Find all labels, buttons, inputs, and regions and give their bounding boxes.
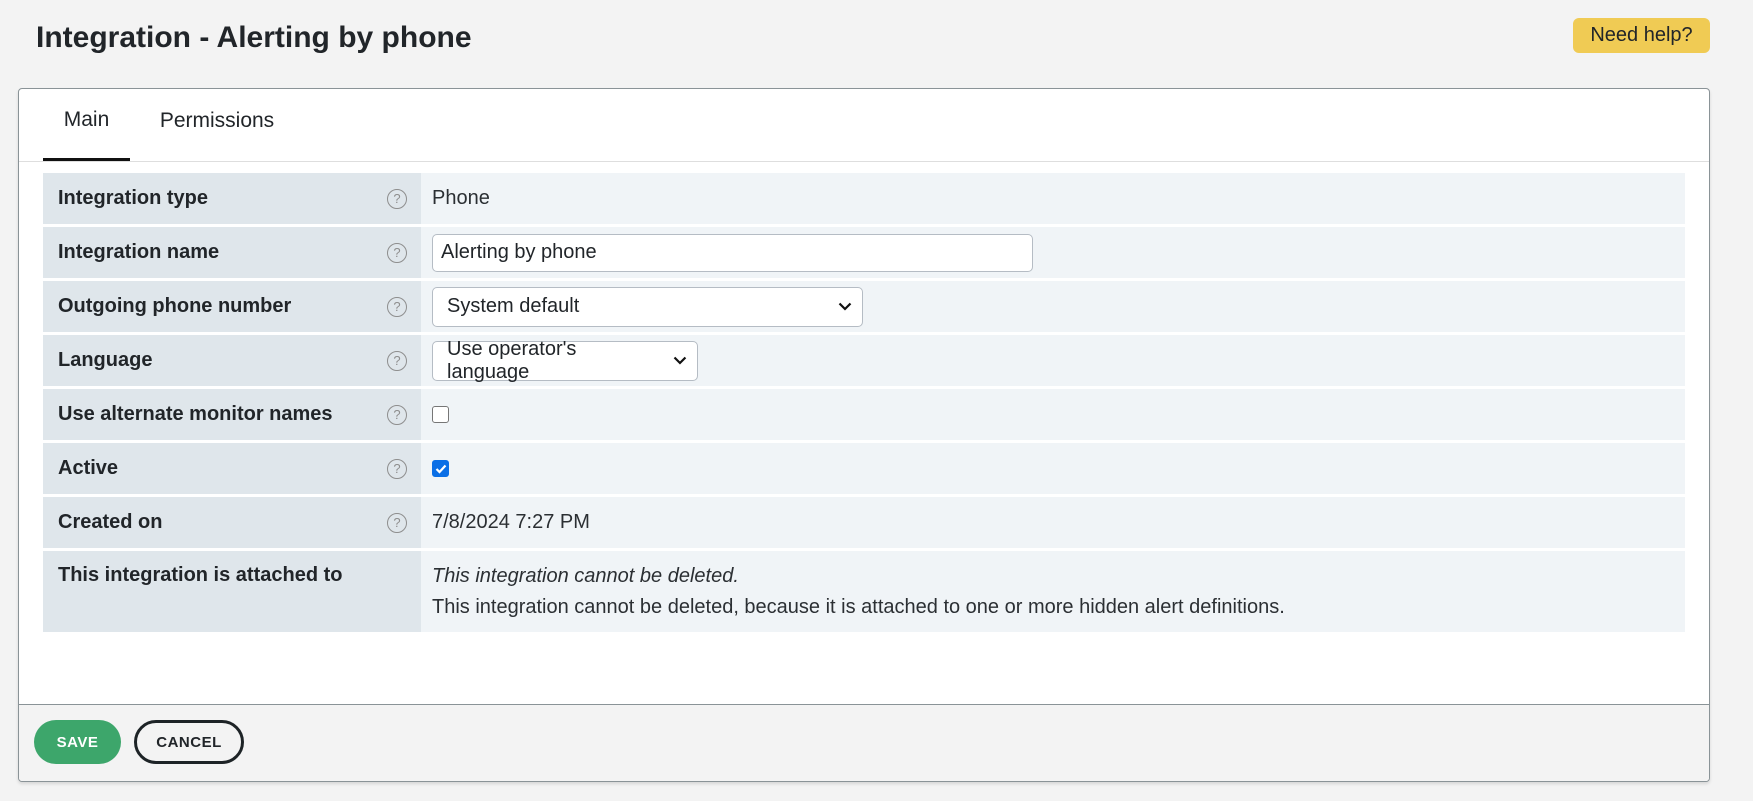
- integration-form: Integration type ? Phone Integration nam…: [43, 173, 1685, 635]
- cannot-delete-note: This integration cannot be deleted.: [432, 564, 739, 587]
- field-label-cell: Outgoing phone number ?: [43, 281, 421, 332]
- field-label-cell: Integration type ?: [43, 173, 421, 224]
- help-circle-icon[interactable]: ?: [387, 350, 407, 371]
- integration-name-input[interactable]: [432, 233, 1033, 272]
- alternate-names-checkbox[interactable]: [432, 406, 449, 423]
- field-label-cell: This integration is attached to: [43, 551, 421, 632]
- field-label-cell: Integration name ?: [43, 227, 421, 278]
- form-footer: SAVE CANCEL: [19, 704, 1709, 781]
- field-label-cell: Use alternate monitor names ?: [43, 389, 421, 440]
- chevron-down-icon: [838, 302, 852, 311]
- form-row-integration-type: Integration type ? Phone: [43, 173, 1685, 224]
- field-value-cell: [421, 443, 1685, 494]
- outgoing-phone-select[interactable]: System default: [432, 286, 863, 327]
- help-circle-icon[interactable]: ?: [387, 404, 407, 425]
- chevron-down-icon: [673, 356, 687, 365]
- form-row-outgoing-phone: Outgoing phone number ? System default: [43, 281, 1685, 332]
- language-select[interactable]: Use operator's language: [432, 337, 698, 383]
- form-row-integration-name: Integration name ?: [43, 227, 1685, 278]
- tab-main[interactable]: Main: [43, 89, 130, 161]
- active-label: Active: [58, 457, 119, 479]
- checkmark-icon: [435, 464, 446, 474]
- field-label-cell: Created on ?: [43, 497, 421, 548]
- language-label: Language: [58, 349, 153, 371]
- field-label-cell: Active ?: [43, 443, 421, 494]
- alternate-names-label: Use alternate monitor names: [58, 403, 333, 425]
- form-row-active: Active ?: [43, 443, 1685, 494]
- field-value-cell: [421, 227, 1685, 278]
- outgoing-phone-label: Outgoing phone number: [58, 295, 292, 317]
- language-selected: Use operator's language: [447, 337, 577, 383]
- field-value-cell: [421, 389, 1685, 440]
- field-value-cell: Phone: [421, 173, 1685, 224]
- attached-to-label: This integration is attached to: [58, 564, 343, 586]
- help-circle-icon[interactable]: ?: [387, 512, 407, 533]
- help-circle-icon[interactable]: ?: [387, 296, 407, 317]
- tab-bar: Main Permissions: [19, 89, 1709, 162]
- form-row-attached-to: This integration is attached to This int…: [43, 551, 1685, 632]
- page-title: Integration - Alerting by phone: [36, 21, 472, 54]
- help-circle-icon[interactable]: ?: [387, 188, 407, 209]
- created-on-value: 7/8/2024 7:27 PM: [432, 511, 590, 533]
- cannot-delete-reason: This integration cannot be deleted, beca…: [432, 595, 1285, 618]
- integration-type-label: Integration type: [58, 187, 209, 209]
- integration-name-label: Integration name: [58, 241, 220, 263]
- form-row-language: Language ? Use operator's language: [43, 335, 1685, 386]
- field-value-cell: Use operator's language: [421, 335, 1685, 386]
- tab-permissions[interactable]: Permissions: [141, 89, 293, 161]
- help-circle-icon[interactable]: ?: [387, 458, 407, 479]
- created-on-label: Created on: [58, 511, 163, 533]
- field-label-cell: Language ?: [43, 335, 421, 386]
- active-checkbox[interactable]: [432, 460, 449, 477]
- integration-card: Main Permissions Integration type ? Phon…: [18, 88, 1710, 782]
- integration-type-value: Phone: [432, 187, 490, 209]
- help-circle-icon[interactable]: ?: [387, 242, 407, 263]
- need-help-button[interactable]: Need help?: [1573, 18, 1710, 53]
- form-row-created-on: Created on ? 7/8/2024 7:27 PM: [43, 497, 1685, 548]
- field-value-cell: 7/8/2024 7:27 PM: [421, 497, 1685, 548]
- save-button[interactable]: SAVE: [34, 720, 121, 764]
- outgoing-phone-selected: System default: [447, 295, 580, 317]
- form-row-alternate-names: Use alternate monitor names ?: [43, 389, 1685, 440]
- field-value-cell: System default: [421, 281, 1685, 332]
- field-value-cell: This integration cannot be deleted. This…: [421, 551, 1685, 632]
- cancel-button[interactable]: CANCEL: [134, 720, 244, 764]
